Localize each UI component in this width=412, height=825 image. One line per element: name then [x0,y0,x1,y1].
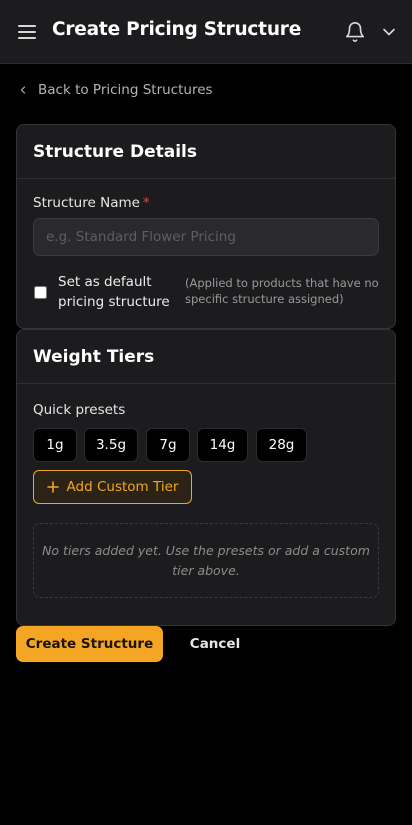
structure-details-card: Structure Details Structure Name* Set as… [16,124,396,329]
preset-1g-button[interactable]: 1g [33,428,77,462]
chevron-down-icon[interactable] [379,22,399,42]
top-app-bar: Create Pricing Structure [0,0,412,64]
default-hint-text: (Applied to products that have no specif… [185,276,379,306]
add-custom-tier-label: Add Custom Tier [66,479,179,495]
weight-tiers-heading: Weight Tiers [33,346,155,367]
structure-details-header: Structure Details [17,125,395,179]
structure-name-input[interactable] [33,218,379,256]
weight-tiers-card: Weight Tiers Quick presets 1g 3.5g 7g 14… [16,329,396,626]
structure-name-label: Structure Name * [33,195,150,211]
plus-icon [46,481,59,493]
weight-tiers-header: Weight Tiers [17,330,395,384]
cancel-button[interactable]: Cancel [175,626,255,662]
preset-3-5g-button[interactable]: 3.5g [84,428,138,462]
hamburger-menu-icon[interactable] [17,22,39,42]
page-title: Create Pricing Structure [52,19,302,40]
bell-icon[interactable] [344,21,366,43]
back-link-label: Back to Pricing Structures [38,82,213,98]
preset-14g-button[interactable]: 14g [197,428,248,462]
quick-presets-label: Quick presets [33,402,126,418]
default-structure-checkbox[interactable] [34,286,47,299]
add-custom-tier-button[interactable]: Add Custom Tier [33,470,192,504]
preset-28g-button[interactable]: 28g [256,428,307,462]
empty-tiers-placeholder: No tiers added yet. Use the presets or a… [33,523,379,598]
default-checkbox-label[interactable]: Set as default pricing structure [58,272,182,312]
chevron-left-icon [17,81,29,100]
empty-tiers-message: No tiers added yet. Use the presets or a… [42,542,370,578]
structure-details-heading: Structure Details [33,141,198,162]
back-to-pricing-structures-link[interactable]: Back to Pricing Structures [17,80,213,100]
create-structure-button[interactable]: Create Structure [16,626,163,662]
required-marker: * [142,195,150,211]
preset-7g-button[interactable]: 7g [146,428,190,462]
